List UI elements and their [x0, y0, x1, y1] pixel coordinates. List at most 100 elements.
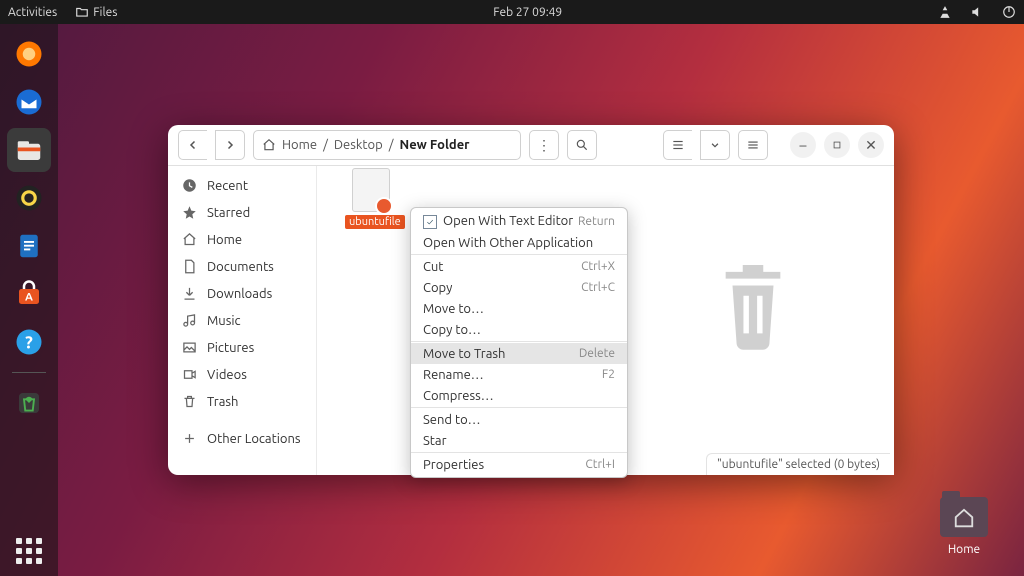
sidebar-item-other[interactable]: Other Locations [168, 425, 316, 452]
sidebar-item-recent[interactable]: Recent [168, 172, 316, 199]
sidebar-item-label: Downloads [207, 287, 272, 301]
sidebar-item-label: Pictures [207, 341, 254, 355]
accelerator: Ctrl+I [585, 458, 615, 471]
maximize-button[interactable] [824, 132, 850, 158]
dock-thunderbird[interactable] [7, 80, 51, 124]
dock-files[interactable] [7, 128, 51, 172]
context-item-open-with-text-editor[interactable]: ✓Open With Text EditorReturn [411, 210, 627, 232]
sidebar-item-documents[interactable]: Documents [168, 253, 316, 280]
sidebar-item-home[interactable]: Home [168, 226, 316, 253]
chevron-right-icon [224, 139, 236, 151]
context-menu: ✓Open With Text EditorReturnOpen With Ot… [410, 207, 628, 478]
file-item[interactable]: ubuntufile [345, 168, 397, 229]
minimize-button[interactable]: – [790, 132, 816, 158]
folder-icon [75, 5, 89, 19]
accelerator: Ctrl+C [581, 281, 615, 294]
context-item-move-to-trash[interactable]: Move to TrashDelete [411, 343, 627, 364]
context-item-open-with-other-application[interactable]: Open With Other Application [411, 232, 627, 253]
file-label: ubuntufile [345, 215, 405, 229]
sidebar-item-label: Starred [207, 206, 250, 220]
network-icon[interactable] [938, 5, 952, 19]
dock-trash[interactable] [7, 381, 51, 425]
context-item-cut[interactable]: CutCtrl+X [411, 256, 627, 277]
accelerator: F2 [602, 368, 615, 381]
hamburger-menu-button[interactable] [738, 130, 768, 160]
dock-software[interactable]: A [7, 272, 51, 316]
dock-firefox[interactable] [7, 32, 51, 76]
focused-app-label: Files [93, 6, 117, 19]
sidebar-item-downloads[interactable]: Downloads [168, 280, 316, 307]
accelerator: Return [578, 215, 615, 228]
context-item-compress[interactable]: Compress… [411, 385, 627, 406]
text-file-icon [352, 168, 390, 212]
context-separator [411, 452, 627, 453]
music-icon [182, 313, 197, 328]
sidebar: Recent Starred Home Documents Downloads Music… [168, 166, 317, 475]
close-button[interactable]: ✕ [858, 132, 884, 158]
sidebar-item-music[interactable]: Music [168, 307, 316, 334]
search-icon [575, 138, 589, 152]
top-bar: Activities Files Feb 27 09:49 [0, 0, 1024, 24]
focused-app-menu[interactable]: Files [75, 5, 117, 19]
other-icon [182, 431, 197, 446]
svg-text:A: A [25, 291, 33, 303]
grid-icon [16, 538, 42, 564]
activities-button[interactable]: Activities [8, 6, 57, 19]
trash-watermark-icon [712, 256, 794, 359]
sidebar-item-label: Recent [207, 179, 248, 193]
dock-libreoffice[interactable] [7, 224, 51, 268]
star-icon [182, 205, 197, 220]
menu-icon [746, 138, 760, 152]
sidebar-item-pictures[interactable]: Pictures [168, 334, 316, 361]
view-list-button[interactable] [663, 130, 692, 160]
sidebar-item-star[interactable]: Starred [168, 199, 316, 226]
context-item-rename[interactable]: Rename…F2 [411, 364, 627, 385]
downloads-icon [182, 286, 197, 301]
trash-icon [182, 394, 197, 409]
context-item-send-to[interactable]: Send to… [411, 409, 627, 430]
recent-icon [182, 178, 197, 193]
context-item-copy[interactable]: CopyCtrl+C [411, 277, 627, 298]
context-item-move-to[interactable]: Move to… [411, 298, 627, 319]
dock: A ? [0, 24, 58, 576]
pathbar[interactable]: Home/ Desktop/ New Folder [253, 130, 521, 160]
sidebar-item-videos[interactable]: Videos [168, 361, 316, 388]
sidebar-item-label: Music [207, 314, 241, 328]
power-icon[interactable] [1002, 5, 1016, 19]
sidebar-item-label: Other Locations [207, 432, 301, 446]
desktop-icon-label: Home [948, 543, 980, 556]
dock-rhythmbox[interactable] [7, 176, 51, 220]
show-applications-button[interactable] [0, 538, 58, 564]
dock-help[interactable]: ? [7, 320, 51, 364]
dock-separator [12, 372, 46, 373]
pictures-icon [182, 340, 197, 355]
documents-icon [182, 259, 197, 274]
forward-button[interactable] [215, 130, 245, 160]
context-item-star[interactable]: Star [411, 430, 627, 451]
accelerator: Delete [579, 347, 615, 360]
volume-icon[interactable] [970, 5, 984, 19]
context-item-copy-to[interactable]: Copy to… [411, 319, 627, 340]
sidebar-item-label: Trash [207, 395, 238, 409]
back-button[interactable] [178, 130, 207, 160]
svg-text:?: ? [25, 333, 33, 352]
clock[interactable]: Feb 27 09:49 [493, 6, 562, 19]
status-bar: "ubuntufile" selected (0 bytes) [706, 453, 890, 475]
accelerator: Ctrl+X [581, 260, 615, 273]
check-icon: ✓ [423, 215, 437, 229]
breadcrumb-home[interactable]: Home [282, 138, 317, 152]
sidebar-item-label: Documents [207, 260, 274, 274]
path-menu-button[interactable]: ⋮ [529, 130, 559, 160]
chevron-down-icon [710, 140, 720, 150]
context-separator [411, 407, 627, 408]
breadcrumb-current[interactable]: New Folder [400, 138, 470, 152]
folder-icon [940, 497, 988, 537]
context-item-properties[interactable]: PropertiesCtrl+I [411, 454, 627, 475]
desktop-icon-home[interactable]: Home [934, 497, 994, 556]
view-dropdown-button[interactable] [700, 130, 730, 160]
search-button[interactable] [567, 130, 597, 160]
sidebar-item-trash[interactable]: Trash [168, 388, 316, 415]
home-icon [182, 232, 197, 247]
breadcrumb-desktop[interactable]: Desktop [334, 138, 383, 152]
context-separator [411, 341, 627, 342]
